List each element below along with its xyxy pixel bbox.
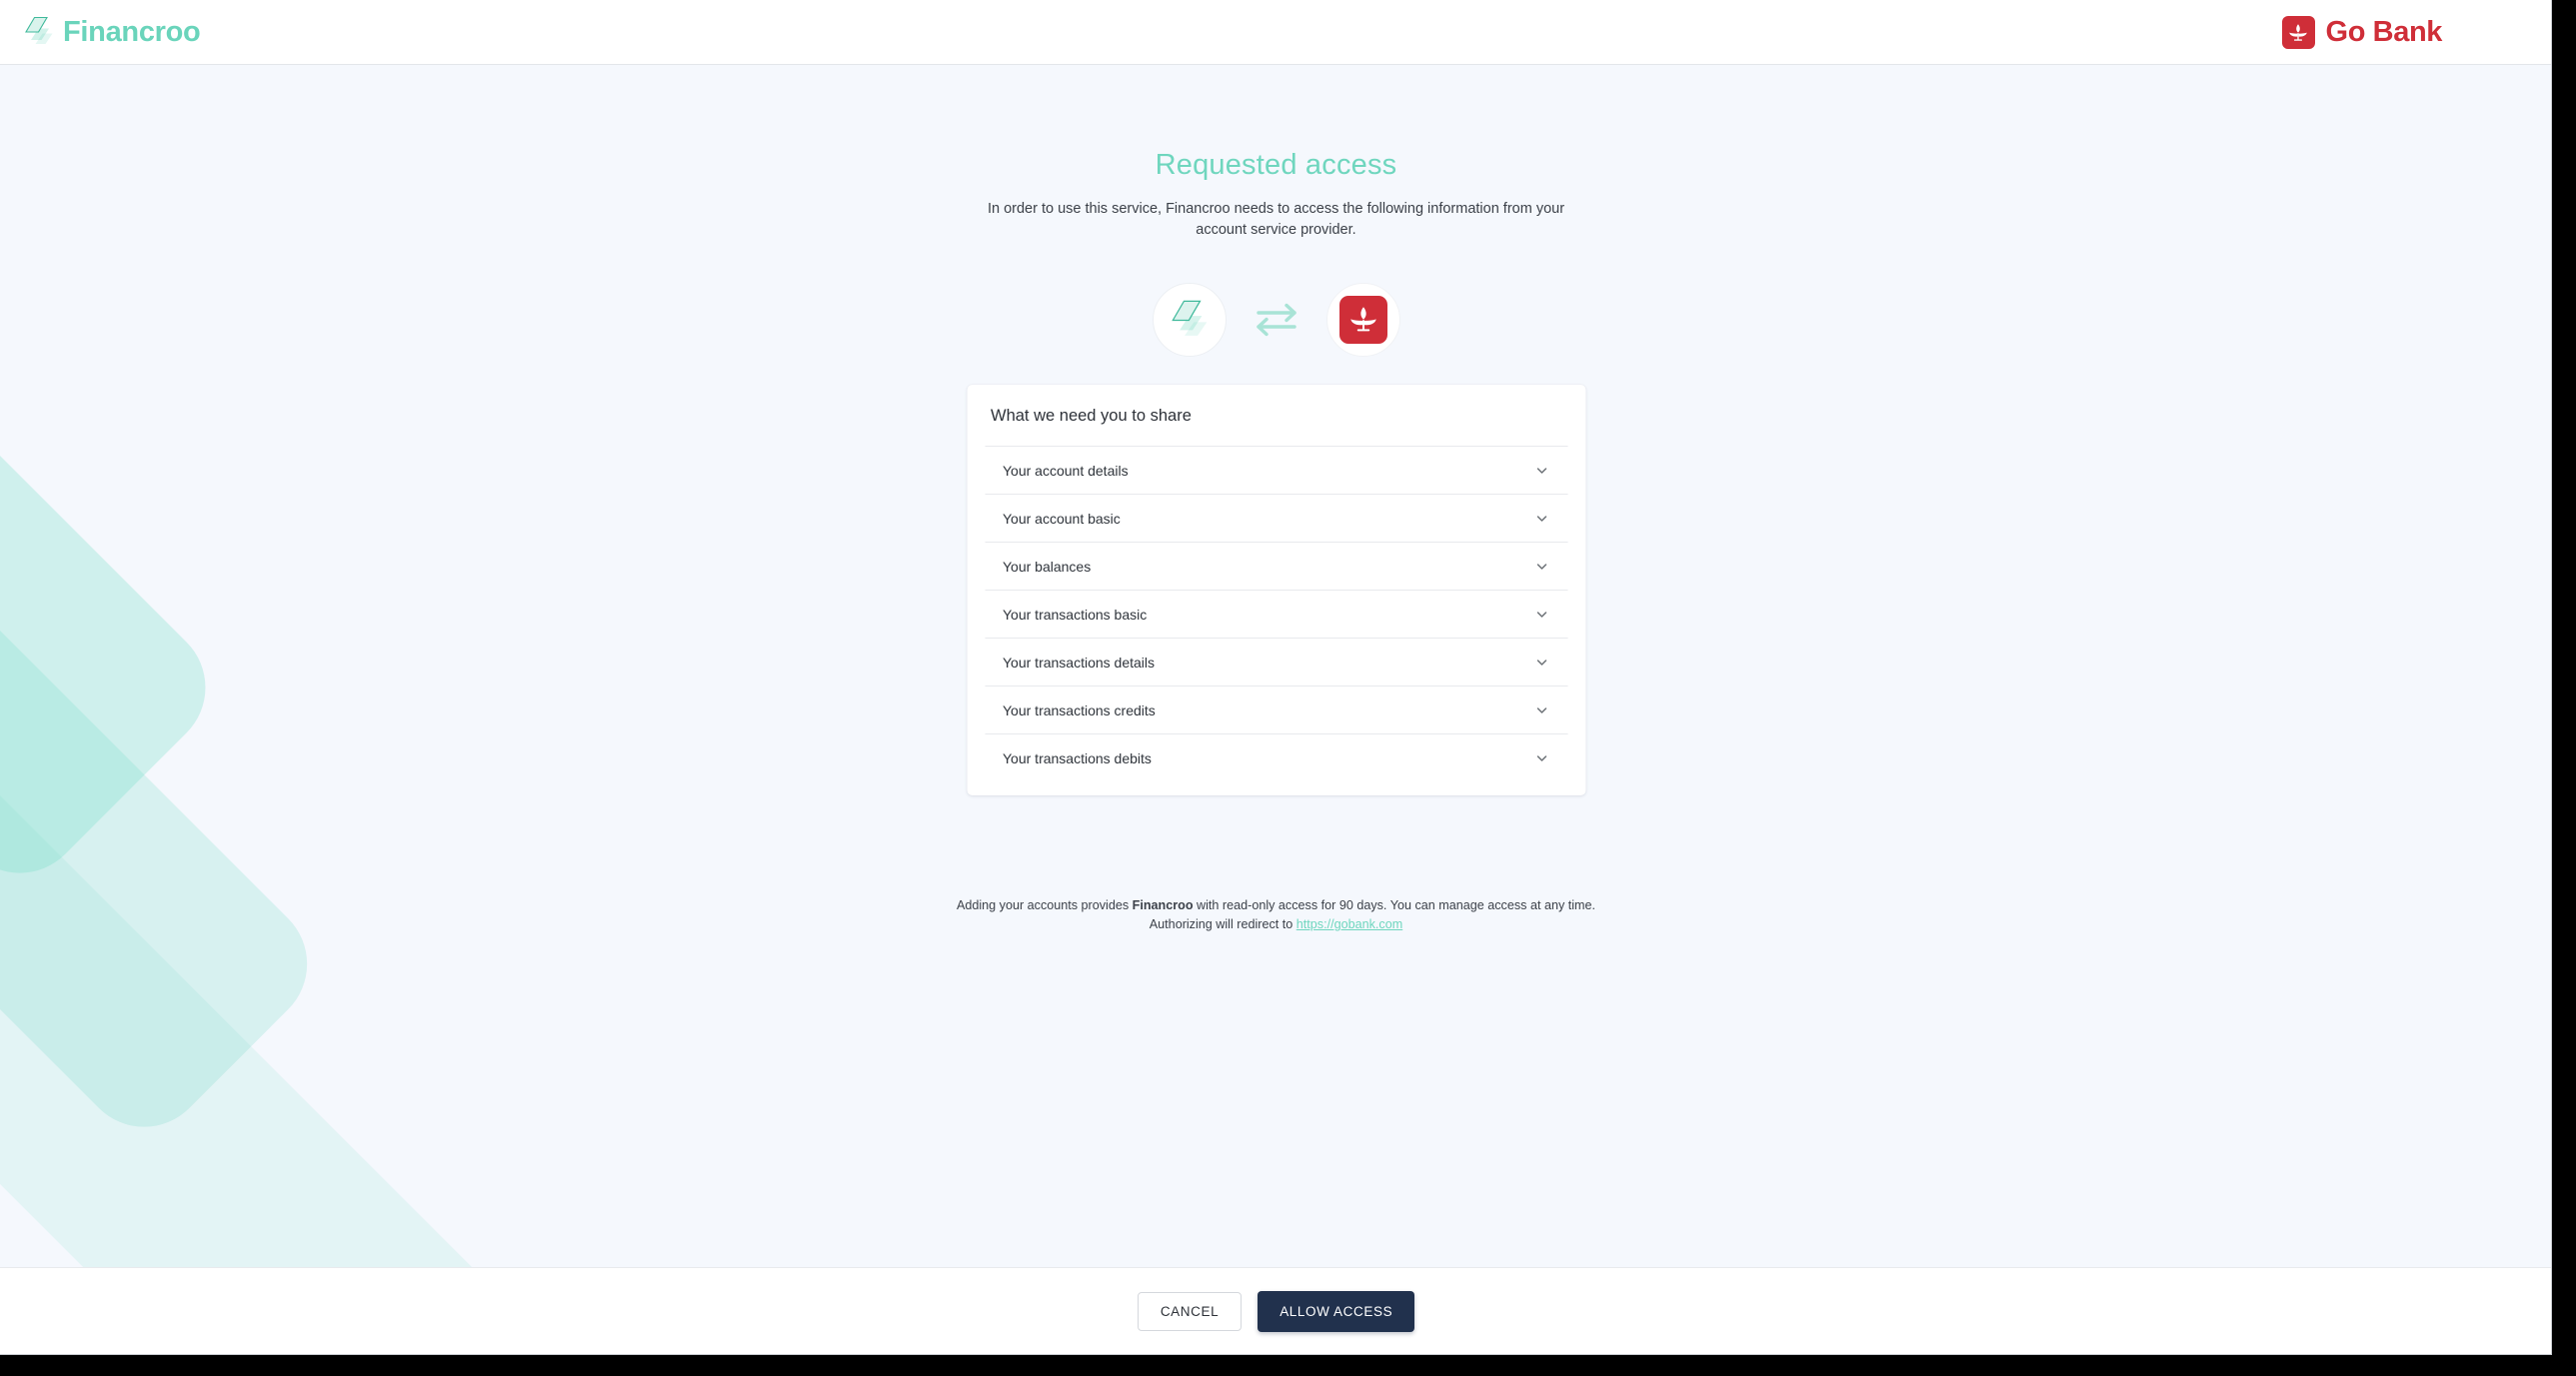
accordion-row[interactable]: Your transactions debits [985, 733, 1567, 781]
chevron-down-icon[interactable] [1533, 463, 1549, 479]
accordion-label: Your transactions basic [1003, 606, 1148, 623]
browser-bezel: Financroo Go Bank Requested access In or… [0, 0, 2576, 1376]
logo-exchange-row [1152, 283, 1400, 357]
accordion-label: Your transactions details [1003, 654, 1156, 671]
financroo-layers-icon [22, 15, 56, 50]
accordion-row[interactable]: Your account details [985, 446, 1567, 494]
accordion-label: Your transactions debits [1003, 749, 1152, 766]
footnote-text-before: Adding your accounts provides [956, 898, 1133, 912]
permissions-accordion-list: Your account details Your account basic Yo… [967, 446, 1585, 781]
financroo-logo-badge [1152, 283, 1227, 357]
financroo-layers-icon [1169, 298, 1211, 343]
footnote-brand: Financroo [1132, 898, 1194, 912]
top-header-bar: Financroo Go Bank [0, 0, 2551, 65]
accordion-row[interactable]: Your transactions credits [985, 686, 1567, 733]
chevron-down-icon[interactable] [1533, 559, 1549, 575]
gobank-wordmark: Go Bank [2325, 16, 2443, 48]
accordion-row[interactable]: Your transactions details [985, 638, 1567, 686]
accordion-row[interactable]: Your account basic [985, 494, 1567, 542]
financroo-brand[interactable]: Financroo [22, 0, 201, 65]
redirect-text: Authorizing will redirect to [1149, 917, 1296, 931]
chevron-down-icon[interactable] [1533, 750, 1549, 766]
gobank-redirect-link[interactable]: https://gobank.com [1296, 917, 1402, 931]
footnote-line-2: Authorizing will redirect to https://gob… [927, 915, 1626, 934]
accordion-label: Your account details [1003, 462, 1129, 479]
chevron-down-icon[interactable] [1533, 511, 1549, 527]
page-viewport: Financroo Go Bank Requested access In or… [0, 0, 2552, 1355]
accordion-label: Your account basic [1003, 510, 1121, 527]
gobank-brand[interactable]: Go Bank [2281, 0, 2443, 65]
page-subtitle: In order to use this service, Financroo … [987, 201, 1565, 238]
gobank-logo-badge [1325, 283, 1400, 357]
financroo-wordmark: Financroo [63, 16, 201, 48]
footnote-text-after: with read-only access for 90 days. You c… [1193, 898, 1596, 912]
gobank-plant-icon [1338, 296, 1387, 344]
chevron-down-icon[interactable] [1533, 607, 1549, 623]
accordion-row[interactable]: Your balances [985, 542, 1567, 590]
allow-access-button[interactable]: ALLOW ACCESS [1258, 1291, 1415, 1332]
page-title: Requested access [1155, 149, 1397, 181]
main-content: Requested access In order to use this se… [0, 65, 2551, 1267]
bottom-action-bar: CANCEL ALLOW ACCESS [0, 1267, 2551, 1354]
consent-footnote: Adding your accounts provides Financroo … [927, 896, 1626, 934]
accordion-label: Your balances [1003, 558, 1092, 575]
card-heading: What we need you to share [991, 407, 1192, 425]
gobank-plant-icon [2281, 16, 2315, 49]
footnote-line-1: Adding your accounts provides Financroo … [927, 896, 1626, 915]
chevron-down-icon[interactable] [1533, 702, 1549, 718]
accordion-label: Your transactions credits [1003, 701, 1156, 718]
cancel-button[interactable]: CANCEL [1137, 1292, 1243, 1331]
consent-card: What we need you to share Your account d… [967, 385, 1585, 795]
exchange-arrows-icon [1251, 300, 1302, 340]
accordion-row[interactable]: Your transactions basic [985, 590, 1567, 638]
chevron-down-icon[interactable] [1533, 655, 1549, 671]
